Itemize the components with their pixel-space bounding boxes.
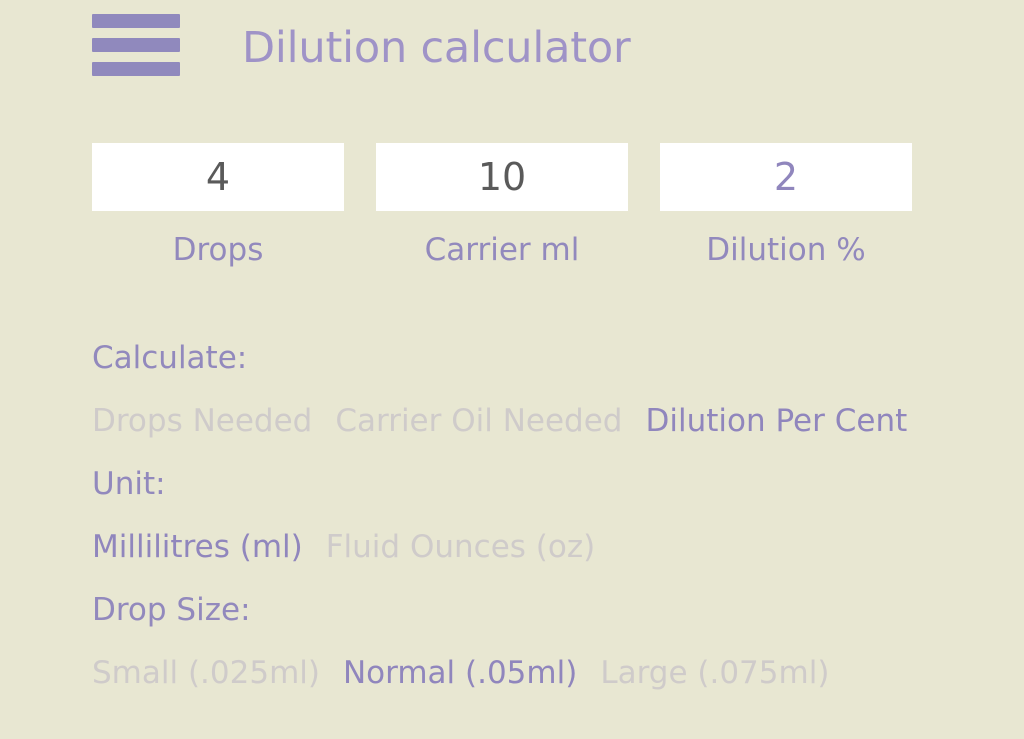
option-drops-needed[interactable]: Drops Needed [92,399,312,443]
calculate-options: Drops Needed Carrier Oil Needed Dilution… [92,399,992,443]
unit-group: Unit: Millilitres (ml) Fluid Ounces (oz) [92,462,992,569]
drop-size-options: Small (.025ml) Normal (.05ml) Large (.07… [92,651,992,695]
option-fluid-ounces[interactable]: Fluid Ounces (oz) [326,525,595,569]
option-drop-normal[interactable]: Normal (.05ml) [343,651,577,695]
drop-size-group: Drop Size: Small (.025ml) Normal (.05ml)… [92,588,992,695]
dilution-percent-output[interactable] [660,143,912,211]
input-labels-row: Drops Carrier ml Dilution % [92,228,912,272]
page-title: Dilution calculator [242,23,631,73]
hamburger-bar-2 [92,38,180,52]
drops-input[interactable] [92,143,344,211]
option-drop-small[interactable]: Small (.025ml) [92,651,320,695]
option-dilution-per-cent[interactable]: Dilution Per Cent [645,399,907,443]
app-header: Dilution calculator [0,0,1024,98]
calculate-group: Calculate: Drops Needed Carrier Oil Need… [92,336,992,443]
input-fields-row [92,143,912,211]
drops-label: Drops [172,232,264,268]
dilution-calculator-app: Dilution calculator Drops Carrier ml Dil… [0,0,1024,739]
hamburger-menu-icon[interactable] [92,14,180,76]
option-carrier-oil-needed[interactable]: Carrier Oil Needed [335,399,622,443]
unit-heading: Unit: [92,466,166,502]
hamburger-bar-3 [92,62,180,76]
dilution-percent-label: Dilution % [706,232,866,268]
carrier-ml-input[interactable] [376,143,628,211]
calculate-heading: Calculate: [92,340,248,376]
carrier-ml-label: Carrier ml [424,232,580,268]
hamburger-bar-1 [92,14,180,28]
drop-size-heading: Drop Size: [92,592,251,628]
option-drop-large[interactable]: Large (.075ml) [600,651,829,695]
option-millilitres[interactable]: Millilitres (ml) [92,525,303,569]
unit-options: Millilitres (ml) Fluid Ounces (oz) [92,525,992,569]
